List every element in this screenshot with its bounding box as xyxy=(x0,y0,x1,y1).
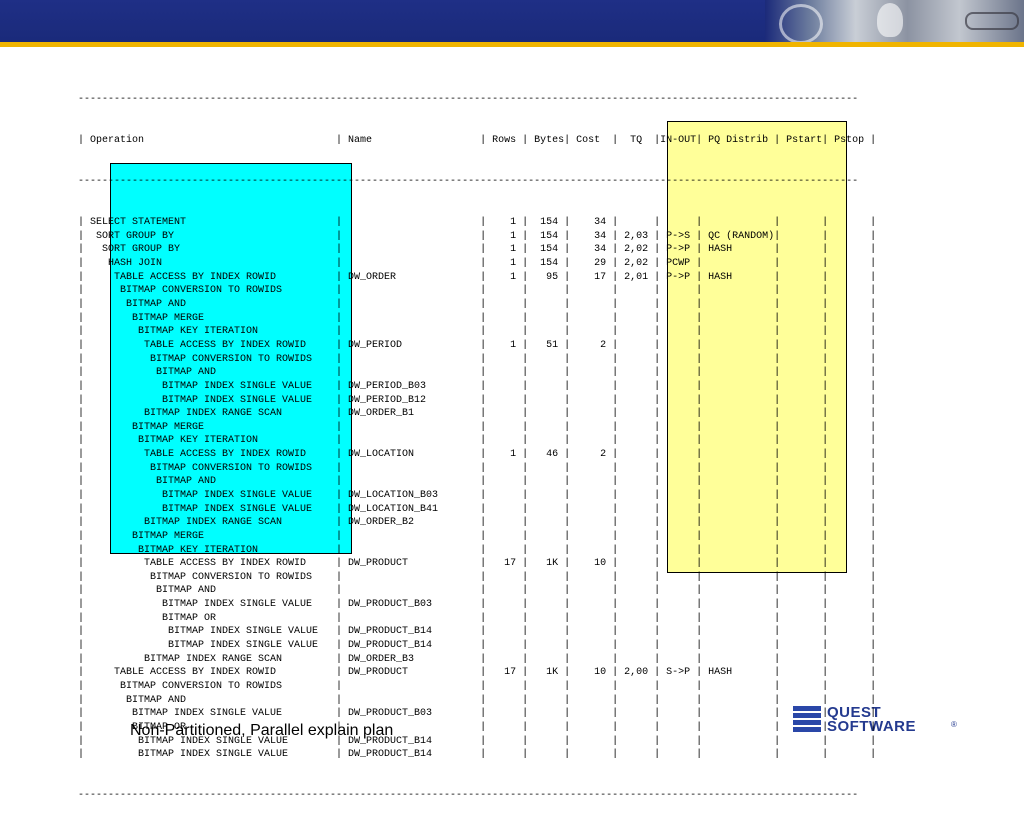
plan-row: | SORT GROUP BY | | 1 | 154 | 34 | 2,02 … xyxy=(78,244,877,256)
plan-row: | BITMAP KEY ITERATION | | | | | | | | |… xyxy=(78,326,877,338)
plan-separator: ----------------------------------------… xyxy=(78,790,859,802)
plan-row: | BITMAP INDEX SINGLE VALUE | DW_PRODUCT… xyxy=(78,708,877,720)
plan-row: | BITMAP OR | | | | | | | | | | xyxy=(78,721,877,733)
plan-row: | BITMAP INDEX SINGLE VALUE | DW_LOCATIO… xyxy=(78,503,877,515)
plan-row: | BITMAP AND | | | | | | | | | | xyxy=(78,476,877,488)
plan-row: | BITMAP INDEX RANGE SCAN | DW_ORDER_B1 … xyxy=(78,408,877,420)
plan-row: | BITMAP INDEX RANGE SCAN | DW_ORDER_B2 … xyxy=(78,517,877,529)
explain-plan: ----------------------------------------… xyxy=(78,66,876,816)
plan-row: | BITMAP INDEX SINGLE VALUE | DW_PERIOD_… xyxy=(78,394,877,406)
plan-row: | BITMAP INDEX RANGE SCAN | DW_ORDER_B3 … xyxy=(78,653,877,665)
plan-header: | Operation | Name | Rows | Bytes| Cost … xyxy=(78,135,877,147)
header-accent-line xyxy=(0,42,1024,47)
plan-row: | BITMAP INDEX SINGLE VALUE | DW_PERIOD_… xyxy=(78,380,877,392)
plan-row: | BITMAP INDEX SINGLE VALUE | DW_PRODUCT… xyxy=(78,626,877,638)
plan-row: | BITMAP AND | | | | | | | | | | xyxy=(78,367,877,379)
plan-row: | BITMAP INDEX SINGLE VALUE | DW_PRODUCT… xyxy=(78,749,877,761)
plan-row: | BITMAP KEY ITERATION | | | | | | | | |… xyxy=(78,544,877,556)
plan-row: | SELECT STATEMENT | | 1 | 154 | 34 | | … xyxy=(78,217,877,229)
plan-row: | BITMAP INDEX SINGLE VALUE | DW_PRODUCT… xyxy=(78,640,877,652)
plan-row: | BITMAP INDEX SINGLE VALUE | DW_PRODUCT… xyxy=(78,599,877,611)
plan-row: | TABLE ACCESS BY INDEX ROWID | DW_LOCAT… xyxy=(78,449,877,461)
lightbulb-icon xyxy=(877,3,903,37)
ring-icon xyxy=(779,4,823,44)
plan-row: | BITMAP INDEX SINGLE VALUE | DW_LOCATIO… xyxy=(78,489,877,501)
plan-separator: ----------------------------------------… xyxy=(78,176,859,188)
plan-row: | TABLE ACCESS BY INDEX ROWID | DW_PRODU… xyxy=(78,558,877,570)
header-bar xyxy=(0,0,1024,44)
plan-row: | BITMAP KEY ITERATION | | | | | | | | |… xyxy=(78,435,877,447)
plan-row: | TABLE ACCESS BY INDEX ROWID | DW_PRODU… xyxy=(78,667,877,679)
plan-row: | BITMAP OR | | | | | | | | | | xyxy=(78,612,877,624)
plan-row: | SORT GROUP BY | | 1 | 154 | 34 | 2,03 … xyxy=(78,230,877,242)
logo-registered: ® xyxy=(951,720,957,729)
glasses-icon xyxy=(965,12,1019,30)
plan-row: | TABLE ACCESS BY INDEX ROWID | DW_PERIO… xyxy=(78,339,877,351)
plan-row: | BITMAP CONVERSION TO ROWIDS | | | | | … xyxy=(78,353,877,365)
plan-row: | TABLE ACCESS BY INDEX ROWID | DW_ORDER… xyxy=(78,271,877,283)
plan-row: | BITMAP AND | | | | | | | | | | xyxy=(78,585,877,597)
plan-row: | BITMAP MERGE | | | | | | | | | | xyxy=(78,421,877,433)
plan-separator: ----------------------------------------… xyxy=(78,94,859,106)
plan-row: | BITMAP INDEX SINGLE VALUE | DW_PRODUCT… xyxy=(78,735,877,747)
plan-row: | HASH JOIN | | 1 | 154 | 29 | 2,02 | PC… xyxy=(78,258,877,270)
plan-row: | BITMAP CONVERSION TO ROWIDS | | | | | … xyxy=(78,462,877,474)
plan-row: | BITMAP AND | | | | | | | | | | xyxy=(78,299,877,311)
plan-row: | BITMAP MERGE | | | | | | | | | | xyxy=(78,530,877,542)
plan-row: | BITMAP CONVERSION TO ROWIDS | | | | | … xyxy=(78,680,877,692)
plan-row: | BITMAP AND | | | | | | | | | | xyxy=(78,694,877,706)
plan-row: | BITMAP MERGE | | | | | | | | | | xyxy=(78,312,877,324)
plan-row: | BITMAP CONVERSION TO ROWIDS | | | | | … xyxy=(78,285,877,297)
plan-row: | BITMAP CONVERSION TO ROWIDS | | | | | … xyxy=(78,571,877,583)
header-photo xyxy=(765,0,1024,44)
plan-rows: | SELECT STATEMENT | | 1 | 154 | 34 | | … xyxy=(78,216,876,762)
